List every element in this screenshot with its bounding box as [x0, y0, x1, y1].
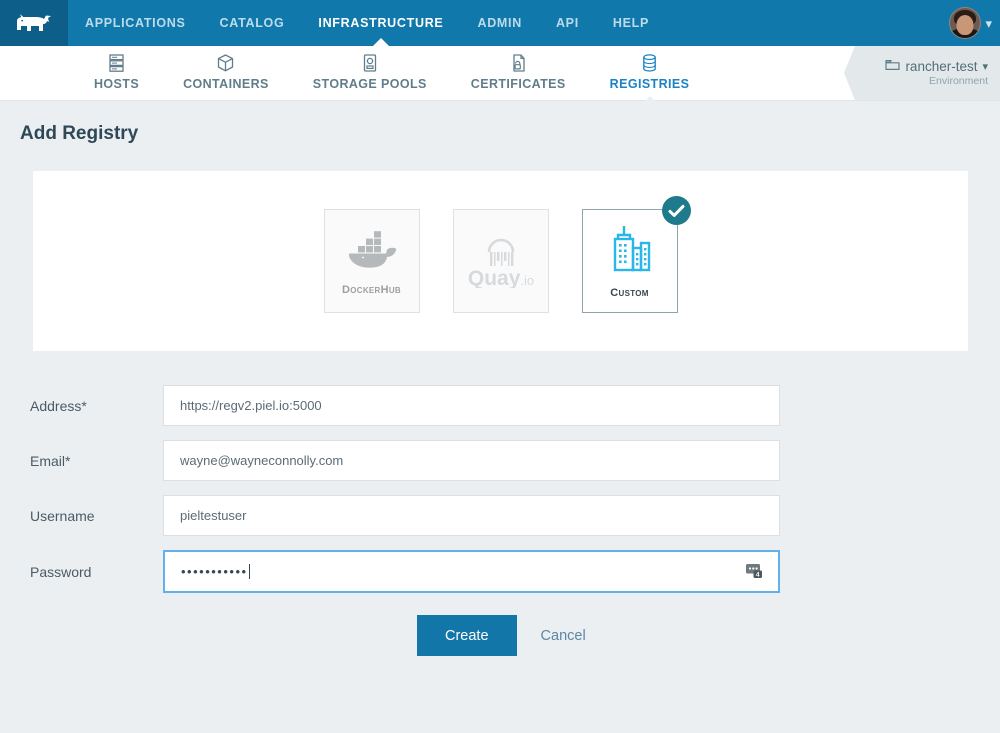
- form-row-email: Email* wayne@wayneconnolly.com: [0, 440, 1000, 481]
- certificate-lock-icon: [510, 52, 527, 74]
- subnav-item-hosts-label: HOSTS: [94, 77, 139, 91]
- registry-type-quay[interactable]: Quay.io: [453, 209, 549, 313]
- address-label: Address*: [0, 398, 163, 414]
- subnav-item-containers[interactable]: CONTAINERS: [161, 46, 291, 91]
- form-row-username: Username pieltestuser: [0, 495, 1000, 536]
- top-header-bar: APPLICATIONS CATALOG INFRASTRUCTURE ADMI…: [0, 0, 1000, 46]
- disk-drive-icon: [362, 52, 378, 74]
- text-caret: [249, 564, 250, 579]
- database-icon: [641, 52, 658, 74]
- environment-sublabel: Environment: [929, 75, 988, 87]
- environment-chevron-down-icon: ▾: [982, 60, 988, 73]
- avatar: [949, 7, 981, 39]
- create-button[interactable]: Create: [417, 615, 517, 656]
- main-navigation: APPLICATIONS CATALOG INFRASTRUCTURE ADMI…: [68, 0, 666, 46]
- subnav-item-containers-label: CONTAINERS: [183, 77, 269, 91]
- form-actions: Create Cancel: [0, 615, 1000, 656]
- password-input-value: •••••••••••: [181, 564, 248, 579]
- subnav-item-storage-pools-label: STORAGE POOLS: [313, 77, 427, 91]
- subnav-item-registries-label: REGISTRIES: [610, 77, 690, 91]
- infrastructure-subnav: HOSTS CONTAINERS STORAGE POOLS: [0, 46, 1000, 101]
- nav-item-help[interactable]: HELP: [596, 0, 666, 46]
- form-row-password: Password ••••••••••• 4: [0, 550, 1000, 593]
- subnav-item-certificates[interactable]: CERTIFICATES: [449, 46, 588, 91]
- registry-type-dockerhub-label: DockerHub: [342, 284, 401, 296]
- address-input[interactable]: https://regv2.piel.io:5000: [163, 385, 780, 426]
- username-input-value: pieltestuser: [180, 508, 246, 523]
- user-menu-chevron-down-icon: ▾: [985, 17, 992, 30]
- cancel-button[interactable]: Cancel: [535, 627, 592, 645]
- subnav-item-storage-pools[interactable]: STORAGE POOLS: [291, 46, 449, 91]
- svg-text:4: 4: [756, 571, 760, 578]
- nav-item-catalog[interactable]: CATALOG: [203, 0, 302, 46]
- user-menu[interactable]: ▾: [949, 0, 1000, 46]
- nav-item-applications[interactable]: APPLICATIONS: [68, 0, 203, 46]
- nav-item-admin[interactable]: ADMIN: [460, 0, 538, 46]
- rancher-logo[interactable]: [0, 0, 68, 46]
- cube-icon: [216, 52, 235, 74]
- address-input-value: https://regv2.piel.io:5000: [180, 398, 322, 413]
- email-input[interactable]: wayne@wayneconnolly.com: [163, 440, 780, 481]
- email-input-value: wayne@wayneconnolly.com: [180, 453, 343, 468]
- rancher-cow-logo-icon: [15, 12, 53, 34]
- server-rack-icon: [108, 52, 125, 74]
- check-circle-icon: [662, 196, 691, 225]
- password-label: Password: [0, 564, 163, 580]
- subnav-item-certificates-label: CERTIFICATES: [471, 77, 566, 91]
- nav-item-infrastructure[interactable]: INFRASTRUCTURE: [301, 0, 460, 46]
- environment-selector[interactable]: rancher-test ▾ Environment: [855, 46, 1000, 100]
- subnav-item-hosts[interactable]: HOSTS: [72, 46, 161, 91]
- registry-form: Address* https://regv2.piel.io:5000 Emai…: [0, 385, 1000, 656]
- custom-buildings-icon: [602, 224, 658, 283]
- registry-type-dockerhub[interactable]: DockerHub: [324, 209, 420, 313]
- username-input[interactable]: pieltestuser: [163, 495, 780, 536]
- username-label: Username: [0, 508, 163, 524]
- subnav-item-registries[interactable]: REGISTRIES: [588, 46, 712, 91]
- environment-name: rancher-test: [905, 59, 977, 74]
- registry-type-picker: DockerHub Quay.io: [33, 171, 968, 351]
- form-row-address: Address* https://regv2.piel.io:5000: [0, 385, 1000, 426]
- registry-type-custom[interactable]: Custom: [582, 209, 678, 313]
- registry-type-custom-label: Custom: [610, 287, 649, 299]
- page-title: Add Registry: [0, 101, 1000, 145]
- folder-icon: [885, 59, 900, 74]
- svg-text:Quay.io: Quay.io: [468, 267, 534, 288]
- docker-whale-icon: [341, 227, 403, 280]
- password-manager-icon[interactable]: 4: [744, 560, 766, 583]
- nav-item-api[interactable]: API: [539, 0, 596, 46]
- password-input[interactable]: ••••••••••• 4: [163, 550, 780, 593]
- email-label: Email*: [0, 453, 163, 469]
- quay-io-icon: Quay.io: [468, 230, 534, 293]
